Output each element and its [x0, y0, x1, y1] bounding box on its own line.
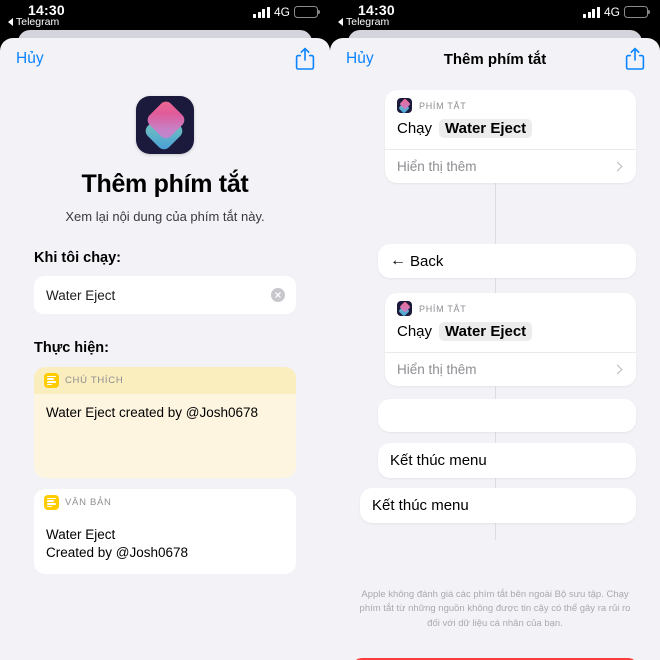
step-card-back[interactable]: ← Back [378, 244, 636, 278]
network-type-label: 4G [603, 5, 620, 19]
battery-icon [624, 6, 651, 18]
status-back-to-app[interactable]: Telegram [8, 16, 59, 28]
battery-icon [294, 6, 321, 18]
shortcuts-app-icon [397, 301, 412, 316]
status-back-app-label: Telegram [346, 16, 390, 28]
network-type-label: 4G [273, 5, 290, 19]
step-label: Kết thúc menu [372, 497, 469, 514]
step-label: Kết thúc menu [390, 452, 487, 469]
status-back-app-label: Telegram [16, 16, 60, 28]
page-title: Thêm phím tắt [81, 170, 249, 198]
status-bar-right: 14:30 Telegram 4G [330, 0, 660, 30]
left-nav-bar: Hủy [0, 38, 330, 80]
status-back-to-app[interactable]: Telegram [338, 16, 389, 28]
step-token[interactable]: Water Eject [439, 322, 533, 341]
show-more-label: Hiển thị thêm [397, 159, 477, 174]
page-title: Thêm phím tắt [443, 50, 547, 68]
chevron-right-icon [612, 364, 623, 375]
right-nav-bar: Hủy Thêm phím tắt [330, 38, 660, 80]
step-card-kind: PHÍM TẮT [419, 303, 467, 314]
signal-bars-icon [253, 6, 270, 18]
page-subtitle: Xem lại nội dung của phím tắt này. [65, 209, 265, 224]
share-icon[interactable] [624, 46, 646, 72]
action-card-kind: CHÚ THÍCH [65, 375, 124, 386]
action-card-kind: VĂN BẢN [65, 497, 112, 508]
action-card-text[interactable]: VĂN BẢN Water Eject Created by @Josh0678 [34, 489, 296, 575]
step-token[interactable]: Water Eject [439, 119, 533, 138]
dual-screenshot-stage: 14:30 Telegram 4G Hủy Thêm phím tắt Xem … [0, 0, 660, 660]
clear-icon[interactable] [271, 288, 285, 302]
arrow-left-icon: ← [390, 252, 406, 269]
action-card-header: CHÚ THÍCH [34, 367, 296, 394]
right-modal-sheet: Hủy Thêm phím tắt PHÍM TẮT Chạy Water Ej… [330, 38, 660, 660]
status-indicators: 4G [253, 5, 321, 19]
cancel-button[interactable]: Hủy [16, 50, 44, 68]
action-card-comment[interactable]: CHÚ THÍCH Water Eject created by @Josh06… [34, 367, 296, 478]
status-bar-left: 14:30 Telegram 4G [0, 0, 330, 30]
step-card-end-menu[interactable]: Kết thúc menu [360, 488, 636, 523]
shortcut-name-input[interactable]: Water Eject [34, 276, 296, 314]
left-phone-screen: 14:30 Telegram 4G Hủy Thêm phím tắt Xem … [0, 0, 330, 660]
left-content: Thêm phím tắt Xem lại nội dung của phím … [0, 96, 330, 575]
right-phone-screen: 14:30 Telegram 4G Hủy Thêm phím tắt PHÍM… [330, 0, 660, 660]
action-card-body: Water Eject created by @Josh0678 [34, 394, 296, 478]
action-card-line: Created by @Josh0678 [46, 545, 189, 561]
step-label: Back [410, 252, 444, 270]
step-card-header: PHÍM TẮT [385, 293, 636, 319]
step-card-run-shortcut[interactable]: PHÍM TẮT Chạy Water Eject Hiển thị thêm [385, 90, 636, 183]
trust-disclaimer: Apple không đánh giá các phím tắt bên ng… [359, 589, 631, 629]
action-card-body: Water Eject Created by @Josh0678 [34, 516, 296, 575]
text-icon [44, 495, 59, 510]
cancel-button[interactable]: Hủy [346, 50, 374, 68]
back-triangle-icon [8, 18, 13, 26]
show-more-label: Hiển thị thêm [397, 362, 477, 377]
step-card-end-menu[interactable]: Kết thúc menu [378, 443, 636, 478]
shortcut-name-value: Water Eject [46, 287, 116, 303]
actions-label: Thực hiện: [34, 340, 109, 356]
status-indicators: 4G [583, 5, 651, 19]
when-i-run-label: Khi tôi chạy: [34, 250, 122, 266]
action-card-line: Water Eject created by @Josh0678 [46, 405, 259, 420]
show-more-row[interactable]: Hiển thị thêm [385, 149, 636, 183]
left-modal-sheet: Hủy Thêm phím tắt Xem lại nội dung của p… [0, 38, 330, 660]
back-triangle-icon [338, 18, 343, 26]
step-card-main: Chạy Water Eject [385, 116, 636, 149]
share-icon[interactable] [294, 46, 316, 72]
step-card-blank[interactable] [378, 399, 636, 432]
show-more-row[interactable]: Hiển thị thêm [385, 352, 636, 386]
right-content: PHÍM TẮT Chạy Water Eject Hiển thị thêm … [330, 80, 660, 660]
action-card-header: VĂN BẢN [34, 489, 296, 516]
shortcuts-app-icon [397, 98, 412, 113]
step-verb: Chạy [397, 323, 433, 340]
signal-bars-icon [583, 6, 600, 18]
step-card-run-shortcut[interactable]: PHÍM TẮT Chạy Water Eject Hiển thị thêm [385, 293, 636, 386]
comment-icon [44, 373, 59, 388]
step-card-header: PHÍM TẮT [385, 90, 636, 116]
step-card-main: Chạy Water Eject [385, 319, 636, 352]
chevron-right-icon [612, 161, 623, 172]
shortcuts-app-icon [136, 96, 194, 154]
step-card-kind: PHÍM TẮT [419, 100, 467, 111]
step-verb: Chạy [397, 120, 433, 137]
action-card-line: Water Eject [46, 527, 116, 542]
